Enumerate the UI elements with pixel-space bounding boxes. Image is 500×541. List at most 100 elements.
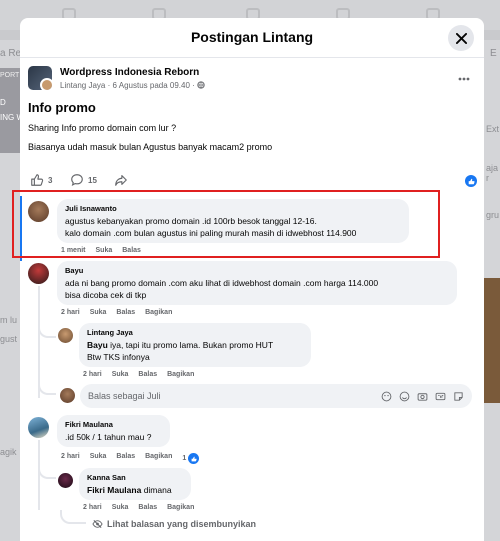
- comment-time[interactable]: 2 hari: [61, 309, 80, 316]
- bg-text: m lu: [0, 315, 18, 325]
- comment-time[interactable]: 2 hari: [61, 453, 80, 464]
- bg-text: E: [490, 48, 497, 59]
- comment-actions: 2 hari Suka Balas Bagikan: [61, 309, 172, 316]
- comment-author[interactable]: Bayu: [65, 266, 449, 275]
- reactions-badge[interactable]: [465, 175, 477, 187]
- meta-separator: ·: [107, 81, 111, 90]
- reply-action[interactable]: Balas: [138, 371, 157, 378]
- comment-text-line: Fikri Maulana dimana: [87, 484, 183, 496]
- avatar[interactable]: [28, 263, 49, 284]
- reply-placeholder: Balas sebagai Juli: [88, 391, 161, 401]
- reply-action[interactable]: Balas: [116, 309, 135, 316]
- comment-text-line: ada ni bang promo domain .com aku lihat …: [65, 278, 379, 288]
- comment-text: iya, tapi itu promo lama. Bukan promo HU…: [107, 340, 274, 350]
- group-name[interactable]: Wordpress Indonesia Reborn: [60, 67, 199, 78]
- share-action[interactable]: Bagikan: [145, 309, 172, 316]
- like-badge-icon: [188, 453, 200, 464]
- comment-bubble: Fikri Maulana .id 50k / 1 tahun mau ?: [57, 415, 170, 447]
- post-title: Info promo: [28, 100, 96, 115]
- mention[interactable]: Bayu: [87, 340, 108, 350]
- comment-count: 15: [88, 175, 97, 185]
- comment-time[interactable]: 2 hari: [83, 371, 102, 378]
- annotation-box: [12, 190, 440, 258]
- mention[interactable]: Fikri Maulana: [87, 485, 141, 495]
- group-avatar[interactable]: [28, 66, 52, 90]
- reply-tools: [381, 389, 464, 402]
- post-header: Wordpress Indonesia Reborn Lintang Jaya …: [28, 66, 478, 96]
- comment-icon: [71, 174, 83, 187]
- share-button[interactable]: [114, 173, 128, 187]
- post-author[interactable]: Lintang Jaya: [60, 81, 105, 90]
- gif-icon[interactable]: [435, 389, 446, 401]
- thread-connector: [38, 462, 56, 479]
- avatar[interactable]: [58, 473, 73, 488]
- globe-icon: [197, 81, 205, 89]
- bg-text: aja r: [486, 163, 499, 183]
- comment-text: dimana: [141, 485, 172, 495]
- share-action[interactable]: Bagikan: [145, 453, 172, 464]
- reply-input[interactable]: Balas sebagai Juli: [80, 384, 472, 408]
- comment-actions: 2 hari Suka Balas Bagikan: [83, 371, 194, 378]
- comment-author[interactable]: Lintang Jaya: [87, 328, 303, 337]
- like-button[interactable]: 3: [30, 173, 52, 187]
- reaction-count: 1: [182, 455, 187, 462]
- close-button[interactable]: [448, 25, 474, 51]
- thread-connector: [60, 510, 86, 524]
- more-options-button[interactable]: [458, 70, 470, 84]
- comment-text-line: Bayu iya, tapi itu promo lama. Bukan pro…: [87, 339, 303, 351]
- sticker-icon[interactable]: [453, 389, 464, 401]
- share-action[interactable]: Bagikan: [167, 504, 194, 511]
- avatar: [60, 388, 75, 403]
- comment-author[interactable]: Kanna San: [87, 473, 183, 482]
- like-action[interactable]: Suka: [90, 309, 107, 316]
- bg-text: agik: [0, 447, 17, 457]
- comment-actions: 2 hari Suka Balas Bagikan 1: [61, 453, 200, 464]
- comment-bubble: Kanna San Fikri Maulana dimana: [79, 468, 191, 500]
- bg-text: Ext: [486, 124, 500, 134]
- hidden-replies-link[interactable]: Lihat balasan yang disembunyikan: [92, 519, 256, 529]
- like-action[interactable]: Suka: [90, 453, 107, 464]
- like-count: 3: [48, 175, 53, 185]
- eye-off-icon: [92, 519, 103, 529]
- comment-text-line: Btw TKS infonya: [87, 352, 150, 362]
- author-avatar[interactable]: [40, 78, 52, 90]
- reply-action[interactable]: Balas: [116, 453, 135, 464]
- comment-button[interactable]: 15: [70, 173, 97, 187]
- post-meta: Lintang Jaya · 6 Agustus pada 09.40 ·: [60, 81, 205, 90]
- bg-text: D: [0, 98, 6, 107]
- bg-text: gru: [486, 210, 500, 220]
- comment-actions: 2 hari Suka Balas Bagikan: [83, 504, 194, 511]
- hidden-replies-label: Lihat balasan yang disembunyikan: [107, 519, 257, 529]
- thread-connector: [38, 318, 56, 338]
- emoji-icon[interactable]: [399, 389, 410, 402]
- comment-author[interactable]: Fikri Maulana: [65, 420, 162, 429]
- like-action[interactable]: Suka: [112, 371, 129, 378]
- thumbs-up-icon: [468, 178, 475, 184]
- meta-separator: ·: [192, 81, 195, 90]
- avatar-sticker-icon[interactable]: [381, 389, 392, 402]
- post-modal: Postingan Lintang Wordpress Indonesia Re…: [20, 18, 484, 541]
- avatar[interactable]: [58, 328, 73, 343]
- thread-connector: [38, 380, 56, 395]
- comment-reactions[interactable]: 1: [182, 453, 200, 464]
- comment-text-line: bisa dicoba cek di tkp: [65, 290, 147, 300]
- like-action[interactable]: Suka: [112, 504, 129, 511]
- post-date[interactable]: 6 Agustus pada 09.40: [113, 81, 190, 90]
- comment-bubble: Lintang Jaya Bayu iya, tapi itu promo la…: [79, 323, 311, 367]
- reply-action[interactable]: Balas: [138, 504, 157, 511]
- modal-header: Postingan Lintang: [20, 18, 484, 58]
- share-action[interactable]: Bagikan: [167, 371, 194, 378]
- comment-text-line: .id 50k / 1 tahun mau ?: [65, 432, 152, 442]
- avatar[interactable]: [28, 417, 49, 438]
- bg-text: PORT: [0, 72, 20, 79]
- camera-icon[interactable]: [417, 389, 428, 401]
- background-image-right: [482, 278, 500, 403]
- bg-text: gust: [0, 334, 18, 344]
- post-text-line: Biasanya udah masuk bulan Agustus banyak…: [28, 142, 273, 152]
- modal-title: Postingan Lintang: [190, 29, 314, 45]
- bg-text: a Re: [0, 48, 22, 59]
- close-icon: [455, 32, 467, 44]
- reactions-bar: 3 15: [28, 173, 478, 189]
- share-icon: [115, 175, 127, 186]
- thumbs-up-icon: [31, 174, 44, 186]
